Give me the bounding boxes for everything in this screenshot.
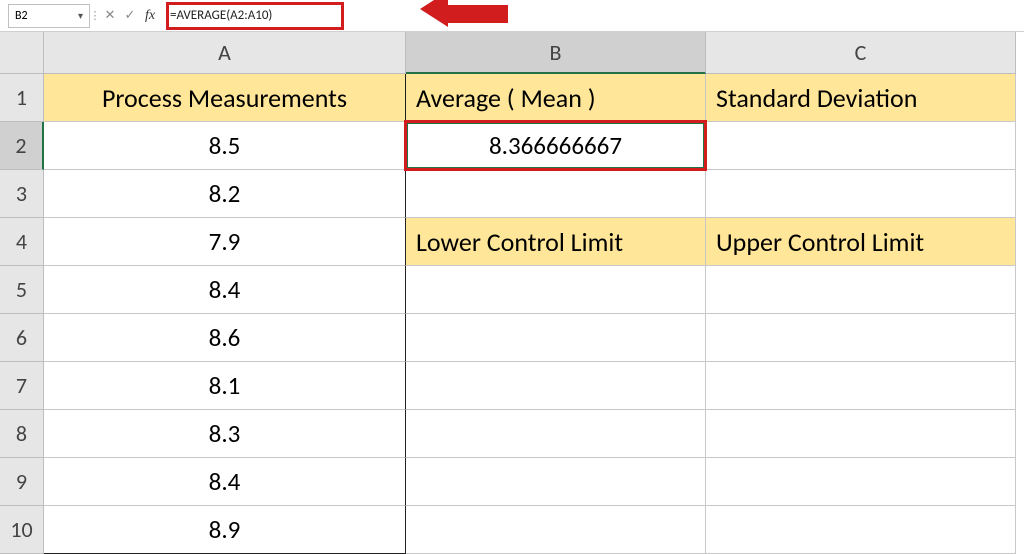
row-header-6[interactable]: 6 bbox=[0, 314, 44, 362]
col-header-C[interactable]: C bbox=[706, 32, 1016, 74]
row-header-2[interactable]: 2 bbox=[0, 122, 44, 170]
cell-B3[interactable] bbox=[406, 170, 706, 218]
row-header-5[interactable]: 5 bbox=[0, 266, 44, 314]
row-header-8[interactable]: 8 bbox=[0, 410, 44, 458]
cell-C2[interactable] bbox=[706, 122, 1016, 170]
cell-A4[interactable]: 7.9 bbox=[44, 218, 406, 266]
cell-B10[interactable] bbox=[406, 506, 706, 554]
cell-B6[interactable] bbox=[406, 314, 706, 362]
cell-A8[interactable]: 8.3 bbox=[44, 410, 406, 458]
cell-C1[interactable]: Standard Deviation bbox=[706, 74, 1016, 122]
col-header-B[interactable]: B bbox=[406, 32, 706, 74]
cell-B1[interactable]: Average ( Mean ) bbox=[406, 74, 706, 122]
cell-A3[interactable]: 8.2 bbox=[44, 170, 406, 218]
cell-C6[interactable] bbox=[706, 314, 1016, 362]
formula-input-wrap: =AVERAGE(A2:A10) bbox=[166, 4, 1016, 28]
name-box-value: B2 bbox=[15, 9, 28, 23]
row-header-1[interactable]: 1 bbox=[0, 74, 44, 122]
arrow-annotation bbox=[420, 0, 508, 27]
cell-C8[interactable] bbox=[706, 410, 1016, 458]
cell-B4[interactable]: Lower Control Limit bbox=[406, 218, 706, 266]
cell-B7[interactable] bbox=[406, 362, 706, 410]
formula-bar: B2 ▾ ⋮ ✕ ✓ fx =AVERAGE(A2:A10) bbox=[0, 0, 1024, 32]
row-header-7[interactable]: 7 bbox=[0, 362, 44, 410]
confirm-icon[interactable]: ✓ bbox=[120, 6, 140, 26]
cell-C4[interactable]: Upper Control Limit bbox=[706, 218, 1016, 266]
cell-B2[interactable]: 8.366666667 bbox=[406, 122, 706, 170]
cell-B9[interactable] bbox=[406, 458, 706, 506]
cell-A6[interactable]: 8.6 bbox=[44, 314, 406, 362]
spreadsheet-grid: A B C 1 Process Measurements Average ( M… bbox=[0, 32, 1024, 554]
cell-A2[interactable]: 8.5 bbox=[44, 122, 406, 170]
cell-C10[interactable] bbox=[706, 506, 1016, 554]
divider-icon: ⋮ bbox=[92, 6, 98, 26]
select-all-corner[interactable] bbox=[0, 32, 44, 74]
cell-A7[interactable]: 8.1 bbox=[44, 362, 406, 410]
cell-C3[interactable] bbox=[706, 170, 1016, 218]
row-header-4[interactable]: 4 bbox=[0, 218, 44, 266]
row-header-9[interactable]: 9 bbox=[0, 458, 44, 506]
chevron-down-icon: ▾ bbox=[78, 9, 83, 22]
cell-B5[interactable] bbox=[406, 266, 706, 314]
cell-A9[interactable]: 8.4 bbox=[44, 458, 406, 506]
fx-icon[interactable]: fx bbox=[140, 6, 160, 26]
cell-B2-value: 8.366666667 bbox=[489, 130, 622, 161]
col-header-A[interactable]: A bbox=[44, 32, 406, 74]
cell-C5[interactable] bbox=[706, 266, 1016, 314]
name-box[interactable]: B2 ▾ bbox=[8, 4, 90, 28]
cell-B8[interactable] bbox=[406, 410, 706, 458]
formula-input[interactable]: =AVERAGE(A2:A10) bbox=[166, 4, 276, 28]
row-header-10[interactable]: 10 bbox=[0, 506, 44, 554]
cell-A5[interactable]: 8.4 bbox=[44, 266, 406, 314]
cell-C9[interactable] bbox=[706, 458, 1016, 506]
row-header-3[interactable]: 3 bbox=[0, 170, 44, 218]
cell-A1[interactable]: Process Measurements bbox=[44, 74, 406, 122]
cell-A10[interactable]: 8.9 bbox=[44, 506, 406, 554]
cancel-icon[interactable]: ✕ bbox=[100, 6, 120, 26]
cell-C7[interactable] bbox=[706, 362, 1016, 410]
